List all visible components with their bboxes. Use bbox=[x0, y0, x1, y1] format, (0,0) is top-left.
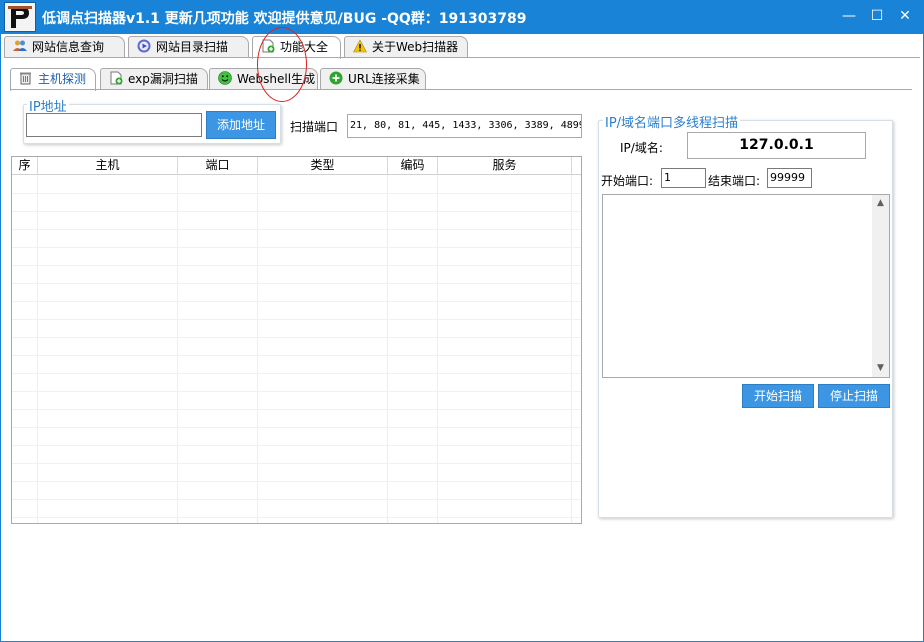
plus-circle-icon bbox=[329, 71, 343, 85]
column-header-host[interactable]: 主机 bbox=[38, 157, 178, 175]
title-bar: 低调点扫描器v1.1 更新几项功能 欢迎提供意见/BUG -QQ群：191303… bbox=[0, 0, 924, 34]
grid-line bbox=[37, 175, 38, 523]
table-row bbox=[12, 427, 581, 428]
window-title: 低调点扫描器v1.1 更新几项功能 欢迎提供意见/BUG -QQ群：191303… bbox=[42, 11, 527, 27]
end-port-label: 结束端口: bbox=[708, 174, 761, 188]
tab-label: URL连接采集 bbox=[348, 72, 420, 86]
column-header-encoding[interactable]: 编码 bbox=[388, 157, 438, 175]
column-header-type[interactable]: 类型 bbox=[258, 157, 388, 175]
scan-port-label: 扫描端口 bbox=[290, 120, 339, 134]
tab-label: 网站信息查询 bbox=[32, 40, 105, 54]
start-scan-button[interactable]: 开始扫描 bbox=[742, 384, 814, 408]
table-row bbox=[12, 283, 581, 284]
end-port-input[interactable]: 99999 bbox=[767, 168, 812, 188]
grid-line bbox=[257, 175, 258, 523]
table-row bbox=[12, 247, 581, 248]
grid-line bbox=[177, 175, 178, 523]
table-row bbox=[12, 409, 581, 410]
table-row bbox=[12, 391, 581, 392]
table-row bbox=[12, 193, 581, 194]
add-address-button[interactable]: 添加地址 bbox=[206, 111, 276, 139]
warning-icon bbox=[353, 39, 367, 53]
host-result-table[interactable]: 序 主机 端口 类型 编码 服务 bbox=[11, 156, 582, 524]
tab-about[interactable]: 关于Web扫描器 bbox=[344, 36, 468, 58]
smiley-icon bbox=[218, 71, 232, 85]
maximize-button[interactable]: ☐ bbox=[864, 4, 890, 28]
table-row bbox=[12, 373, 581, 374]
annotation-circle bbox=[257, 27, 307, 102]
tab-label: exp漏洞扫描 bbox=[128, 72, 198, 86]
document-add-icon bbox=[109, 71, 123, 85]
tab-label: 主机探测 bbox=[38, 72, 87, 86]
column-header-index[interactable]: 序 bbox=[12, 157, 38, 175]
scroll-down-icon[interactable]: ▼ bbox=[872, 360, 889, 377]
table-row bbox=[12, 229, 581, 230]
tab-url-collect[interactable]: URL连接采集 bbox=[320, 68, 426, 90]
table-row bbox=[12, 211, 581, 212]
table-row bbox=[12, 355, 581, 356]
table-row bbox=[12, 337, 581, 338]
stop-scan-button[interactable]: 停止扫描 bbox=[818, 384, 890, 408]
scan-port-input[interactable]: 21, 80, 81, 445, 1433, 3306, 3389, 4899 bbox=[347, 114, 582, 138]
app-logo-icon bbox=[4, 2, 36, 32]
grid-line bbox=[437, 175, 438, 523]
column-header-service[interactable]: 服务 bbox=[438, 157, 572, 175]
domain-input[interactable]: 127.0.0.1 bbox=[687, 132, 866, 159]
start-port-input[interactable]: 1 bbox=[661, 168, 706, 188]
log-scrollbar[interactable]: ▲ ▼ bbox=[872, 195, 889, 377]
port-scan-group-label: IP/域名端口多线程扫描 bbox=[603, 112, 741, 131]
start-port-label: 开始端口: bbox=[601, 174, 654, 188]
table-row bbox=[12, 319, 581, 320]
column-header-port[interactable]: 端口 bbox=[178, 157, 258, 175]
tab-host-probe[interactable]: 主机探测 bbox=[10, 68, 96, 91]
minimize-button[interactable]: — bbox=[836, 4, 862, 28]
tab-label: 网站目录扫描 bbox=[156, 40, 229, 54]
trash-document-icon bbox=[19, 71, 33, 85]
tab-dir-scan[interactable]: 网站目录扫描 bbox=[128, 36, 249, 58]
table-row bbox=[12, 517, 581, 518]
scroll-up-icon[interactable]: ▲ bbox=[872, 195, 889, 212]
table-row bbox=[12, 499, 581, 500]
play-circle-icon bbox=[137, 39, 151, 53]
table-row bbox=[12, 463, 581, 464]
grid-line bbox=[571, 175, 572, 523]
table-header: 序 主机 端口 类型 编码 服务 bbox=[12, 157, 581, 175]
ip-address-input[interactable] bbox=[26, 113, 202, 137]
table-row bbox=[12, 481, 581, 482]
users-icon bbox=[13, 39, 27, 53]
tab-label: 关于Web扫描器 bbox=[372, 40, 459, 54]
table-row bbox=[12, 445, 581, 446]
scan-log-textarea[interactable]: ▲ ▼ bbox=[602, 194, 890, 378]
domain-label: IP/域名: bbox=[620, 141, 663, 155]
table-row bbox=[12, 301, 581, 302]
tab-site-info[interactable]: 网站信息查询 bbox=[4, 36, 125, 58]
grid-line bbox=[387, 175, 388, 523]
table-row bbox=[12, 265, 581, 266]
close-button[interactable]: ✕ bbox=[892, 4, 918, 28]
tab-exp-scan[interactable]: exp漏洞扫描 bbox=[100, 68, 208, 90]
